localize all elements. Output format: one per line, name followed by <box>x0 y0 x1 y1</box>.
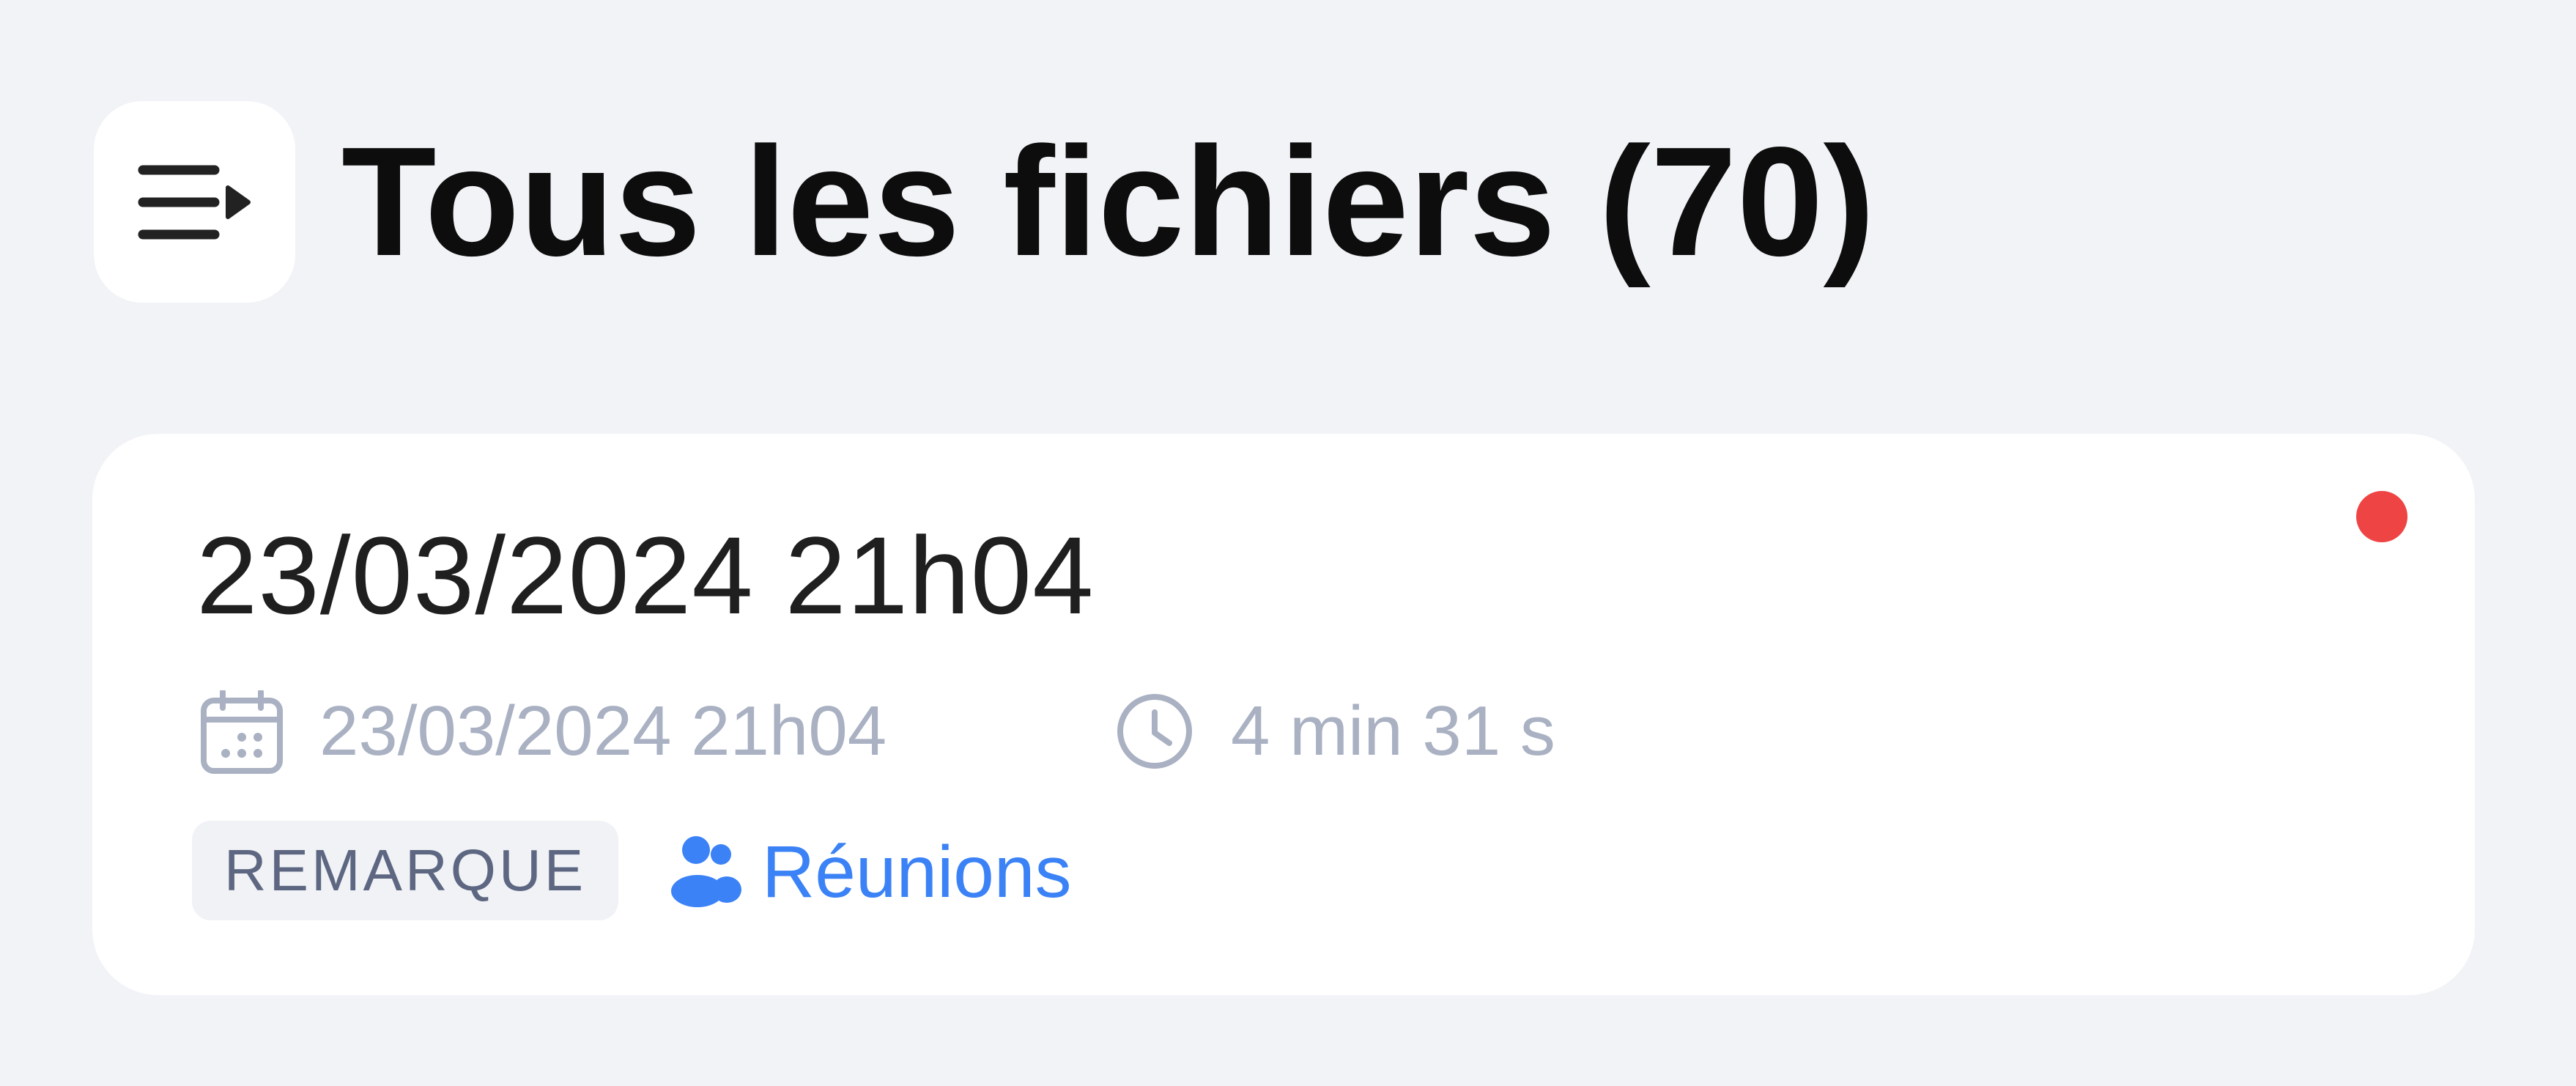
calendar-icon <box>201 690 283 774</box>
status-dot <box>2356 491 2407 542</box>
file-date: 23/03/2024 21h04 <box>319 692 887 770</box>
page-title: Tous les fichiers (70) <box>341 114 1876 288</box>
file-title: 23/03/2024 21h04 <box>196 514 1095 637</box>
tag-badge: REMARQUE <box>192 821 618 920</box>
category-link[interactable]: Réunions <box>667 822 1072 922</box>
clock-icon <box>1117 694 1192 769</box>
file-duration: 4 min 31 s <box>1231 692 1555 770</box>
users-icon <box>671 836 741 907</box>
category-label: Réunions <box>762 831 1072 913</box>
menu-button[interactable] <box>94 101 295 303</box>
playlist-menu-icon <box>138 165 251 239</box>
